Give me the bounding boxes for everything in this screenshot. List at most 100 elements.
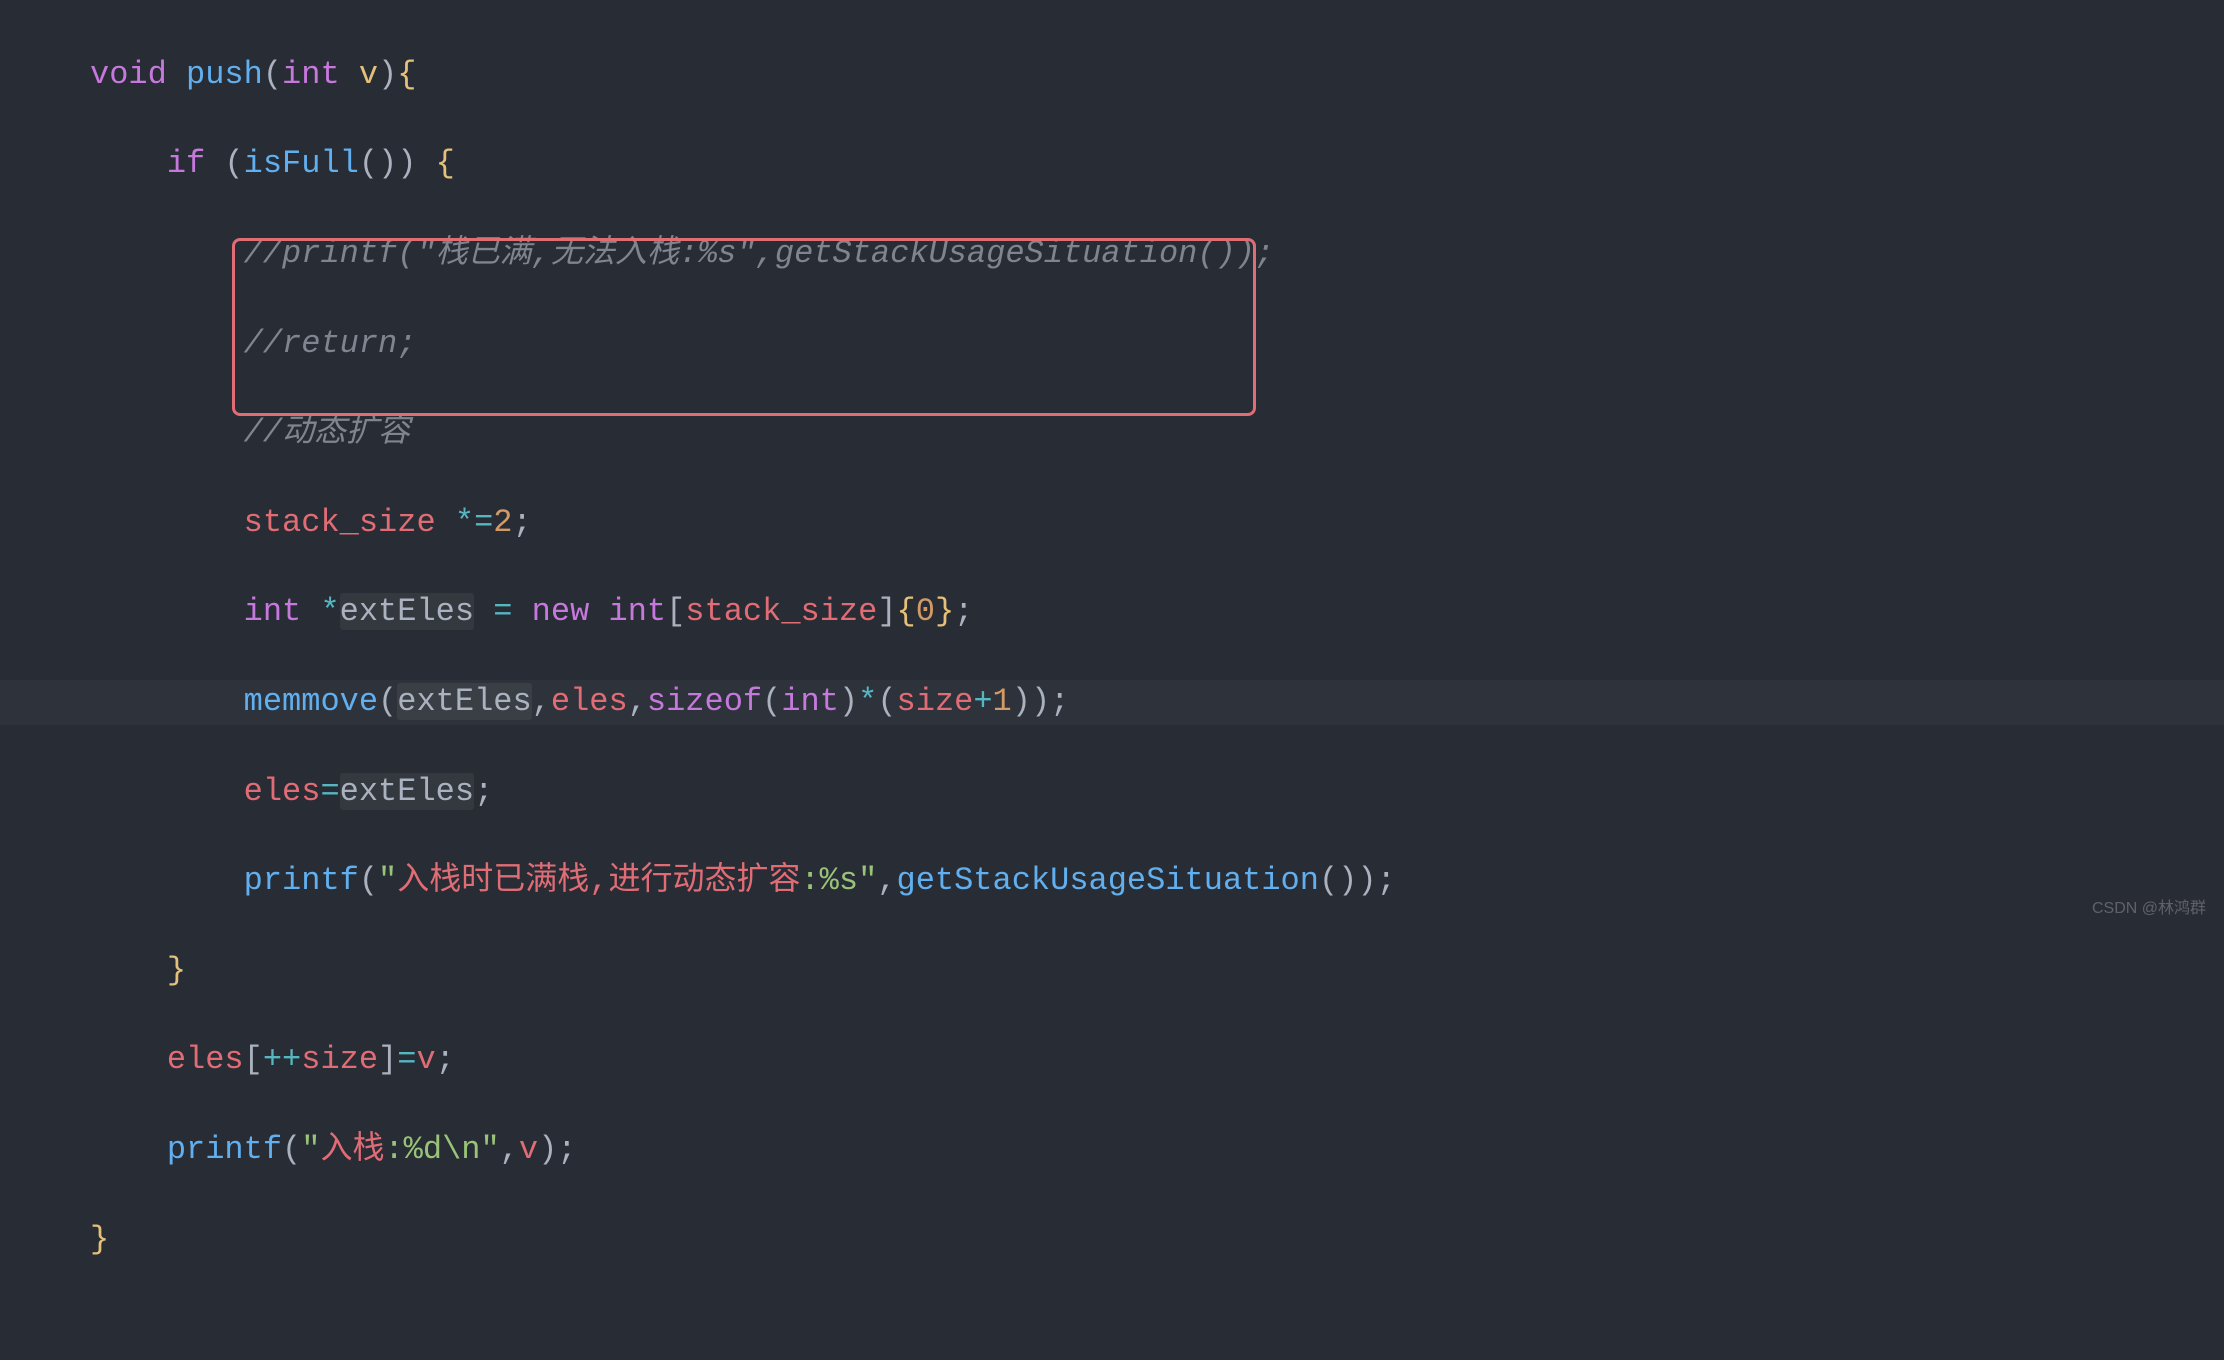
string-cn: 入栈时已满栈,进行动态扩容	[397, 862, 800, 899]
variable-highlighted: extEles	[340, 773, 474, 810]
code-line: }	[0, 949, 2224, 994]
paren: (	[762, 683, 781, 720]
paren: (	[378, 683, 397, 720]
code-line: void push(int v){	[0, 53, 2224, 98]
paren: )	[378, 56, 397, 93]
semicolon: ;	[1050, 683, 1069, 720]
paren: (	[359, 862, 378, 899]
keyword-void: void	[90, 56, 167, 93]
semicolon: ;	[512, 504, 531, 541]
string-fmt: :%s	[800, 862, 858, 899]
parens: ()	[1319, 862, 1357, 899]
paren: (	[263, 56, 282, 93]
comma: ,	[877, 862, 896, 899]
paren: )	[839, 683, 858, 720]
operator: =	[493, 593, 512, 630]
comment: //printf("栈已满,无法入栈:%s",getStackUsageSitu…	[244, 235, 1275, 272]
keyword-new: new	[532, 593, 590, 630]
string-quote: "	[301, 1131, 320, 1168]
function-call: printf	[244, 862, 359, 899]
comma: ,	[500, 1131, 519, 1168]
watermark: CSDN @林鸿群	[2092, 898, 2206, 920]
code-line: if (isFull()) {	[0, 142, 2224, 187]
identifier: stack_size	[685, 593, 877, 630]
code-line: printf("入栈时已满栈,进行动态扩容:%s",getStackUsageS…	[0, 859, 2224, 904]
semicolon: ;	[954, 593, 973, 630]
parens: ()	[359, 145, 397, 182]
paren: )	[1031, 683, 1050, 720]
code-line: printf("入栈:%d\n",v);	[0, 1128, 2224, 1173]
identifier: v	[416, 1041, 435, 1078]
brace: {	[436, 145, 455, 182]
brace: }	[90, 1221, 109, 1258]
function-call: isFull	[244, 145, 359, 182]
identifier: size	[897, 683, 974, 720]
paren: )	[397, 145, 416, 182]
semicolon: ;	[1377, 862, 1396, 899]
comment: //动态扩容	[244, 414, 410, 451]
comma: ,	[532, 683, 551, 720]
variable-highlighted: extEles	[397, 683, 531, 720]
string-cn: 入栈	[320, 1131, 384, 1168]
brace: {	[897, 593, 916, 630]
paren: )	[1012, 683, 1031, 720]
function-name: push	[186, 56, 263, 93]
bracket: [	[244, 1041, 263, 1078]
identifier: size	[301, 1041, 378, 1078]
paren: (	[877, 683, 896, 720]
identifier: eles	[551, 683, 628, 720]
comment: //return;	[244, 325, 417, 362]
code-line: //return;	[0, 322, 2224, 367]
number: 2	[493, 504, 512, 541]
keyword-int: int	[282, 56, 340, 93]
bracket: [	[666, 593, 685, 630]
brace: {	[397, 56, 416, 93]
code-line: stack_size *=2;	[0, 501, 2224, 546]
bracket: ]	[378, 1041, 397, 1078]
code-line: int *extEles = new int[stack_size]{0};	[0, 590, 2224, 635]
number: 0	[916, 593, 935, 630]
identifier: eles	[167, 1041, 244, 1078]
operator: *	[858, 683, 877, 720]
paren: )	[1357, 862, 1376, 899]
operator: *	[320, 593, 339, 630]
function-call: memmove	[244, 683, 378, 720]
function-call: printf	[167, 1131, 282, 1168]
paren: (	[282, 1131, 301, 1168]
string-fmt: :%d\n	[384, 1131, 480, 1168]
semicolon: ;	[436, 1041, 455, 1078]
code-line: }	[0, 1218, 2224, 1263]
identifier: eles	[244, 773, 321, 810]
keyword-int: int	[608, 593, 666, 630]
operator: +	[973, 683, 992, 720]
semicolon: ;	[474, 773, 493, 810]
code-block: void push(int v){ if (isFull()) { //prin…	[0, 0, 2224, 1360]
keyword-int: int	[244, 593, 302, 630]
paren: )	[538, 1131, 557, 1168]
string-quote: "	[858, 862, 877, 899]
semicolon: ;	[557, 1131, 576, 1168]
comma: ,	[628, 683, 647, 720]
code-line: eles=extEles;	[0, 770, 2224, 815]
code-line: eles[++size]=v;	[0, 1038, 2224, 1083]
keyword-int: int	[781, 683, 839, 720]
function-call: getStackUsageSituation	[896, 862, 1318, 899]
paren: (	[224, 145, 243, 182]
number: 1	[993, 683, 1012, 720]
operator: =	[397, 1041, 416, 1078]
string-quote: "	[480, 1131, 499, 1168]
keyword-if: if	[167, 145, 205, 182]
brace: }	[167, 952, 186, 989]
operator: =	[320, 773, 339, 810]
string-quote: "	[378, 862, 397, 899]
code-line: //动态扩容	[0, 411, 2224, 456]
identifier: stack_size	[244, 504, 436, 541]
bracket: ]	[877, 593, 896, 630]
code-line: //printf("栈已满,无法入栈:%s",getStackUsageSitu…	[0, 232, 2224, 277]
param: v	[359, 56, 378, 93]
brace: }	[935, 593, 954, 630]
code-line: memmove(extEles,eles,sizeof(int)*(size+1…	[0, 680, 2224, 725]
operator: ++	[263, 1041, 301, 1078]
operator: *=	[455, 504, 493, 541]
keyword-sizeof: sizeof	[647, 683, 762, 720]
